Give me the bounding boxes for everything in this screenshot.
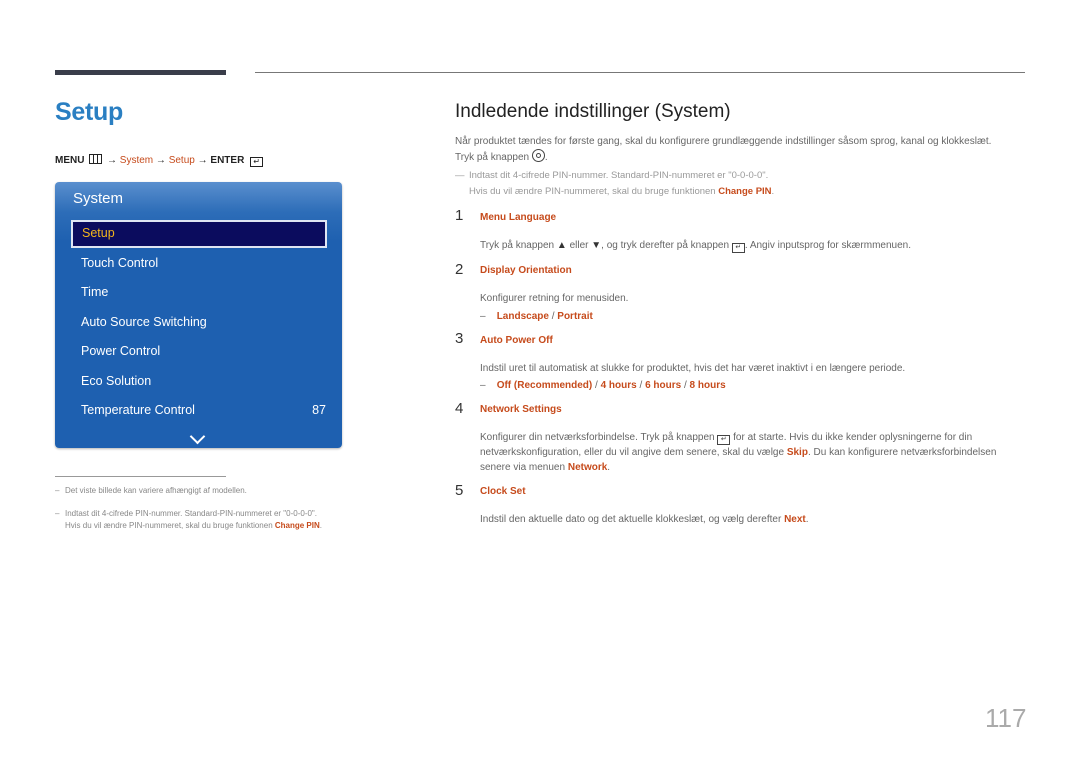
section-title: Indledende indstillinger (System) — [455, 101, 731, 122]
osd-item-time[interactable]: Time — [81, 285, 108, 299]
up-arrow-icon: ▲ — [556, 240, 567, 251]
down-arrow-icon: ▼ — [591, 240, 602, 251]
note-text: Hvis du vil ændre PIN-nummeret, skal du … — [469, 186, 719, 197]
step-title-clock-set: Clock Set — [480, 486, 526, 497]
step-title-menu-language: Menu Language — [480, 212, 557, 223]
intro-text: Når produktet tændes for første gang, sk… — [455, 136, 992, 163]
change-pin-link: Change PIN — [274, 521, 320, 530]
step-number: 4 — [455, 400, 464, 417]
step-desc: Tryk på knappen ▲ eller ▼, og tryk deref… — [480, 238, 911, 253]
step-desc: Konfigurer retning for menusiden. — [480, 293, 629, 304]
osd-item-auto-source-switching[interactable]: Auto Source Switching — [81, 315, 207, 329]
osd-item-power-control[interactable]: Power Control — [81, 344, 160, 358]
path-setup: Setup — [168, 155, 195, 166]
osd-item-eco-solution[interactable]: Eco Solution — [81, 374, 151, 388]
footnote: – Indtast dit 4-cifrede PIN-nummer. Stand… — [55, 509, 323, 530]
note-text: Indtast dit 4-cifrede PIN-nummer. Standa… — [469, 170, 769, 181]
step-title-display-orientation: Display Orientation — [480, 265, 572, 276]
option-portrait: Portrait — [557, 311, 593, 322]
step-desc: Konfigurer din netværksforbindelse. Tryk… — [480, 430, 996, 475]
step-desc: Indstil uret til automatisk at slukke fo… — [480, 363, 906, 374]
enter-icon: ↵ — [250, 157, 264, 167]
footnote-text: Det viste billede kan variere afhængigt … — [65, 486, 247, 495]
option-6-hours: 6 hours — [645, 380, 682, 391]
desc-text: Konfigurer din netværksforbindelse. Tryk… — [480, 432, 718, 443]
network-label: Network — [567, 462, 608, 473]
option-8-hours: 8 hours — [689, 380, 726, 391]
desc-text: . — [607, 462, 611, 473]
step-number: 3 — [455, 330, 464, 347]
footnote: – Det viste billede kan variere afhængigt… — [55, 486, 247, 495]
chevron-down-icon[interactable] — [189, 428, 206, 445]
desc-text: senere via menuen — [480, 462, 568, 473]
footnote-text: . — [319, 521, 323, 530]
arrow: → — [107, 155, 118, 166]
skip-label: Skip — [786, 447, 808, 458]
desc-text: Indstil den aktuelle dato og det aktuell… — [480, 514, 785, 525]
menu-label: MENU — [55, 155, 85, 166]
step-title-auto-power-off: Auto Power Off — [480, 335, 553, 346]
desc-text: eller — [566, 240, 592, 251]
osd-item-label: Setup — [82, 226, 115, 240]
step-title-network-settings: Network Settings — [480, 404, 562, 415]
desc-text: Tryk på knappen — [480, 240, 557, 251]
header-rule-thin — [255, 72, 1025, 73]
header-rule-thick — [55, 70, 226, 75]
menu-path: MENU → System → Setup → ENTER ↵ — [55, 154, 264, 167]
option-landscape: Landscape — [496, 311, 549, 322]
step-desc: Indstil den aktuelle dato og det aktuell… — [480, 512, 809, 527]
arrow: → — [155, 155, 166, 166]
option-4-hours: 4 hours — [600, 380, 637, 391]
change-pin-link: Change PIN — [718, 186, 772, 197]
enter-icon: ↵ — [717, 435, 731, 445]
osd-item-touch-control[interactable]: Touch Control — [81, 256, 158, 270]
temperature-value: 87 — [312, 403, 326, 417]
page-number: 117 — [985, 703, 1027, 733]
desc-text: . Du kan konfigurere netværksforbindelse… — [807, 447, 997, 458]
desc-text: netværkskonfiguration, eller du vil angi… — [480, 447, 787, 458]
osd-item-temperature-control[interactable]: Temperature Control — [81, 403, 195, 417]
next-label: Next — [784, 514, 806, 525]
step-number: 1 — [455, 207, 464, 224]
step-options: – Landscape / Portrait — [480, 311, 593, 322]
pin-note: — Indtast dit 4-cifrede PIN-nummer. Stand… — [455, 170, 775, 197]
footnote-rule — [55, 476, 226, 477]
enter-icon: ↵ — [731, 243, 745, 253]
osd-title: System — [73, 190, 124, 207]
intro-line: Når produktet tændes for første gang, sk… — [455, 136, 992, 147]
intro-line: Tryk på knappen — [455, 152, 530, 163]
arrow: → — [197, 155, 208, 166]
footnote-text: Indtast dit 4-cifrede PIN-nummer. Standa… — [65, 509, 317, 518]
step-options: – Off (Recommended) / 4 hours / 6 hours … — [480, 380, 726, 391]
desc-text: . — [805, 514, 809, 525]
system-menu-panel: System Setup Touch Control Time Auto Sou… — [55, 182, 342, 448]
footnote-text: Hvis du vil ændre PIN-nummeret, skal du … — [65, 521, 275, 530]
desc-text: , og tryk derefter på knappen — [601, 240, 732, 251]
button-icon — [531, 149, 545, 162]
option-off: Off (Recommended) — [496, 380, 593, 391]
step-number: 5 — [455, 482, 464, 499]
desc-text: . Angiv inputsprog for skærmmenuen. — [744, 240, 912, 251]
page-title: Setup — [55, 98, 123, 126]
enter-label: ENTER — [210, 155, 245, 166]
path-system: System — [119, 155, 154, 166]
desc-text: for at starte. Hvis du ikke kender oplys… — [730, 432, 973, 443]
menu-icon — [89, 154, 103, 164]
step-number: 2 — [455, 261, 464, 278]
osd-item-setup-selected[interactable]: Setup — [71, 220, 327, 248]
